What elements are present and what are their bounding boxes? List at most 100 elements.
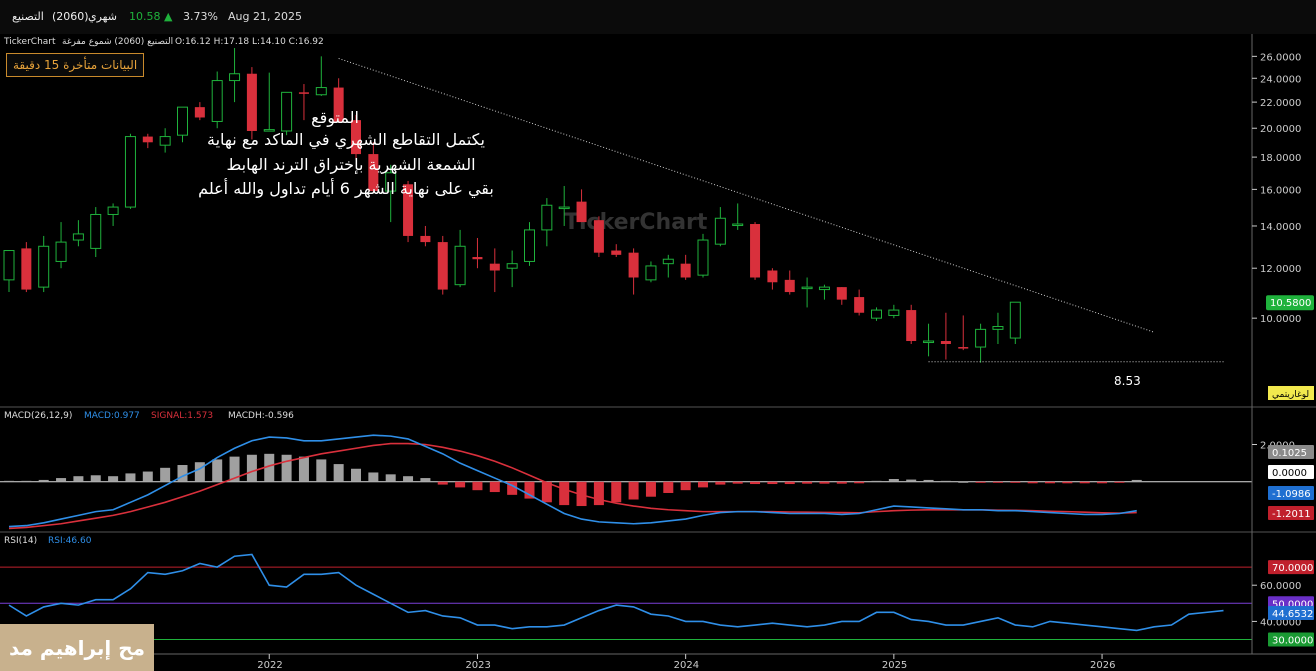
macd-hist-bar	[420, 478, 431, 482]
macd-hist-bar	[1131, 479, 1142, 482]
macd-hist-bar	[975, 481, 986, 483]
macd-hist-bar	[923, 479, 934, 482]
candle-body-down	[489, 263, 500, 271]
candle-body-down	[628, 252, 639, 278]
candle-body-down	[784, 279, 795, 293]
candle-body-up	[888, 309, 900, 316]
macd-hist-bar	[1114, 481, 1125, 483]
candle-body-up	[714, 217, 726, 245]
macd-hist-bar	[437, 481, 448, 485]
price-tick-label: 12.0000	[1260, 264, 1301, 275]
candle-body-up	[558, 206, 570, 210]
annotation-line4: بقي على نهاية الشهر 6 أيام تداول والله أ…	[198, 179, 494, 198]
macd-hist-bar	[472, 481, 483, 491]
macd-zero-badge: 0.0000	[1272, 468, 1307, 479]
annotation-line3: الشمعة الشهرية بإختراق الترند الهابط	[226, 155, 476, 174]
header-date: Aug 21, 2025	[228, 10, 302, 23]
candle-body-up	[454, 245, 466, 286]
candle-body-down	[958, 347, 969, 349]
header-price: 10.58	[129, 10, 161, 23]
macd-hist-badge: 0.1025	[1272, 448, 1307, 459]
macd-hist-bar	[489, 481, 500, 493]
candle-body-up	[697, 239, 709, 276]
macd-hist-bar	[142, 471, 153, 482]
rsi-lower-badge: 30.0000	[1272, 636, 1313, 647]
macd-hist-bar	[368, 472, 379, 482]
macd-hist-bar	[906, 479, 917, 482]
macd-hist-bar	[854, 481, 865, 484]
candle-body-up	[992, 326, 1004, 330]
candle-body-up	[1009, 301, 1021, 339]
symbol-bar: Aug 21, 2025 3.73% ▲ 10.58 شهري (2060) ا…	[0, 0, 1316, 34]
candle-body-up	[818, 286, 830, 291]
macd-title: MACD(26,12,9)	[4, 411, 72, 421]
header-change-pct: 3.73%	[183, 10, 218, 23]
candle-body-down	[767, 270, 778, 283]
macd-hist-bar	[888, 479, 899, 482]
x-tick-label: 2022	[257, 660, 282, 671]
macd-hist-bar	[194, 462, 205, 482]
macd-hist-bar	[298, 456, 309, 482]
candle-body-up	[315, 87, 327, 96]
macd-hist-bar	[1045, 481, 1055, 484]
candle-body-up	[732, 223, 744, 227]
header-symbol[interactable]: (2060)	[52, 10, 89, 23]
annotation-line1: المتوقع	[311, 108, 359, 127]
candle-body-up	[801, 286, 813, 290]
macd-hist-bar	[385, 474, 396, 482]
macd-hist-bar	[593, 481, 604, 506]
candle-body-up	[871, 309, 882, 319]
header-period[interactable]: شهري	[88, 10, 117, 23]
price-tick-label: 10.0000	[1260, 314, 1301, 325]
macd-hist-bar	[819, 481, 830, 484]
macd-hist-bar	[940, 480, 951, 482]
macd-hist-bar	[316, 459, 327, 482]
candle-body-up	[506, 263, 518, 269]
macd-hist-bar	[21, 480, 32, 482]
candle-body-up	[3, 250, 15, 281]
macd-hist-bar	[1027, 481, 1038, 484]
macd-value-badge: -1.0986	[1272, 489, 1311, 500]
macd-hist-bar	[802, 481, 813, 484]
macd-hist-bar	[351, 468, 361, 482]
candle-body-down	[593, 220, 604, 253]
candle-body-up	[107, 206, 119, 215]
chart-brand: TickerChart	[3, 37, 56, 47]
macd-hist-bar	[1010, 481, 1021, 483]
macd-legend-hist: MACDH:-0.596	[228, 411, 294, 421]
candle-body-up	[72, 233, 84, 241]
candle-body-up	[541, 204, 553, 231]
candle-body-down	[680, 263, 691, 278]
low-label: 8.53	[1114, 374, 1141, 388]
candle-body-up	[38, 245, 50, 288]
macd-hist-bar	[455, 481, 466, 488]
macd-hist-bar	[38, 479, 49, 482]
rsi-legend: RSI:46.60	[48, 536, 92, 546]
macd-hist-bar	[958, 481, 969, 483]
last-price-badge: 10.5800	[1270, 298, 1311, 309]
x-tick-label: 2026	[1090, 660, 1115, 671]
header-name[interactable]: التصنيع	[12, 10, 44, 23]
delay-notice: البيانات متأخرة 15 دقيقة	[6, 53, 145, 77]
price-tick-label: 26.0000	[1260, 52, 1301, 63]
macd-hist-bar	[1097, 481, 1108, 484]
macd-hist-bar	[767, 481, 778, 485]
macd-hist-bar	[645, 481, 656, 497]
macd-hist-bar	[663, 481, 674, 493]
macd-hist-bar	[784, 481, 795, 485]
macd-hist-bar	[559, 481, 570, 506]
macd-hist-bar	[680, 481, 691, 491]
log-scale-button: لوغاريتمي	[1272, 390, 1309, 400]
macd-hist-bar	[177, 465, 188, 482]
macd-hist-bar	[992, 481, 1003, 483]
macd-hist-bar	[212, 459, 223, 482]
macd-hist-bar	[628, 481, 639, 500]
annotation-line2: يكتمل التقاطع الشهري في الماكد مع نهاية	[207, 130, 485, 149]
candle-body-down	[298, 92, 309, 94]
macd-hist-bar	[715, 481, 726, 485]
x-tick-label: 2024	[674, 660, 699, 671]
macd-hist-bar	[836, 481, 847, 484]
macd-hist-bar	[403, 476, 414, 482]
macd-hist-bar	[1062, 481, 1073, 484]
macd-hist-bar	[871, 480, 882, 482]
